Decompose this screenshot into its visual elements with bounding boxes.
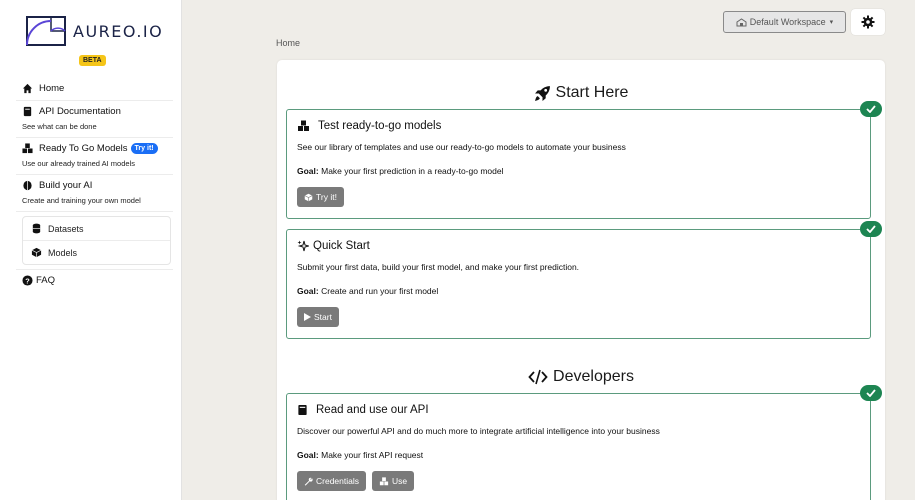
sidebar-item-label: Ready To Go Models: [39, 143, 128, 154]
book-icon: [23, 106, 32, 117]
check-icon: [860, 101, 882, 117]
book-icon: [298, 404, 307, 416]
workspace-icon: [736, 17, 747, 26]
step-description: Discover our powerful API and do much mo…: [297, 426, 660, 436]
check-icon: [860, 385, 882, 401]
breadcrumb[interactable]: Home: [276, 38, 300, 48]
step-goal: Goal: Create and run your first model: [297, 286, 860, 296]
goal-text: Create and run your first model: [321, 286, 439, 296]
step-goal: Goal: Make your first prediction in a re…: [297, 166, 860, 176]
step-title: Read and use our API: [316, 404, 429, 416]
cube-icon: [31, 247, 42, 258]
step-read-api: Read and use our API Discover our powerf…: [286, 385, 882, 500]
sidebar-item-label: Datasets: [48, 223, 84, 234]
play-icon: [304, 313, 311, 321]
sidebar-item-ready-models[interactable]: Ready To Go Models Try it! Use our alrea…: [16, 138, 173, 175]
sidebar-item-label: FAQ: [36, 275, 56, 286]
sidebar-item-subtitle: Use our already trained AI models: [22, 159, 135, 168]
sidebar-item-label: API Documentation: [39, 106, 121, 117]
code-icon: [528, 369, 548, 385]
sidebar-nav: Home API Documentation See what can be d…: [16, 78, 173, 292]
start-button[interactable]: Start: [297, 307, 339, 327]
question-circle-icon: ?: [22, 275, 33, 286]
cubes-icon: [298, 120, 309, 131]
cubes-icon: [379, 476, 389, 485]
brain-icon: [23, 180, 32, 191]
logo[interactable]: AUREO.IO: [26, 16, 163, 46]
section-title-text: Start Here: [555, 84, 629, 101]
rocket-icon: [534, 85, 550, 101]
step-description: See our library of templates and use our…: [297, 142, 626, 152]
button-label: Use: [392, 476, 408, 486]
credentials-button[interactable]: Credentials: [297, 471, 366, 491]
goal-text: Make your first prediction in a ready-to…: [321, 166, 504, 176]
section-start-here: Start Here: [277, 84, 885, 102]
svg-text:?: ?: [25, 276, 30, 285]
sparkles-icon: [297, 240, 309, 252]
step-quick-start: Quick Start Submit your first data, buil…: [286, 221, 882, 339]
database-icon: [32, 223, 41, 234]
sidebar: AUREO.IO BETA Home API Documentation See…: [0, 0, 182, 500]
goal-text: Make your first API request: [321, 450, 424, 460]
section-title-text: Developers: [553, 368, 634, 385]
cube-icon: [304, 193, 313, 201]
use-button[interactable]: Use: [372, 471, 415, 491]
step-title: Quick Start: [313, 240, 370, 252]
sidebar-item-api-docs[interactable]: API Documentation See what can be done: [16, 101, 173, 138]
sidebar-item-label: Build your AI: [39, 180, 93, 191]
main-card: Start Here Test ready-to-go models See o…: [277, 60, 885, 500]
button-label: Credentials: [316, 476, 359, 486]
button-label: Try it!: [316, 192, 337, 202]
brand-name: AUREO.IO: [73, 21, 164, 41]
beta-badge: BETA: [79, 55, 106, 66]
sidebar-item-models[interactable]: Models: [23, 241, 170, 264]
sidebar-item-faq[interactable]: ? FAQ: [16, 269, 173, 292]
sidebar-item-subtitle: Create and training your own model: [22, 196, 141, 205]
wrench-icon: [304, 477, 313, 486]
sidebar-item-subtitle: See what can be done: [22, 122, 97, 131]
goal-label: Goal:: [297, 166, 319, 176]
cubes-icon: [22, 143, 33, 154]
button-label: Start: [314, 312, 332, 322]
aureo-logo-icon: [26, 16, 66, 46]
sidebar-item-label: Models: [48, 247, 78, 258]
check-icon: [860, 221, 882, 237]
step-title: Test ready-to-go models: [318, 120, 442, 132]
sidebar-item-build-ai[interactable]: Build your AI Create and training your o…: [16, 175, 173, 212]
step-test-models: Test ready-to-go models See our library …: [286, 101, 882, 219]
gear-icon: [861, 15, 875, 29]
workspace-label: Default Workspace: [749, 17, 826, 27]
settings-button[interactable]: [851, 9, 885, 35]
sidebar-item-datasets[interactable]: Datasets: [23, 217, 170, 241]
step-description: Submit your first data, build your first…: [297, 262, 580, 272]
try-it-badge: Try it!: [130, 143, 158, 154]
sidebar-item-home[interactable]: Home: [16, 78, 173, 101]
home-icon: [22, 83, 33, 94]
goal-label: Goal:: [297, 286, 319, 296]
sidebar-item-label: Home: [39, 83, 65, 94]
try-it-button[interactable]: Try it!: [297, 187, 344, 207]
workspace-select[interactable]: Default Workspace ▾: [723, 11, 846, 33]
chevron-down-icon: ▾: [829, 19, 834, 26]
step-goal: Goal: Make your first API request: [297, 450, 860, 460]
build-subnav: Datasets Models: [22, 216, 171, 265]
section-developers: Developers: [277, 368, 885, 386]
goal-label: Goal:: [297, 450, 319, 460]
